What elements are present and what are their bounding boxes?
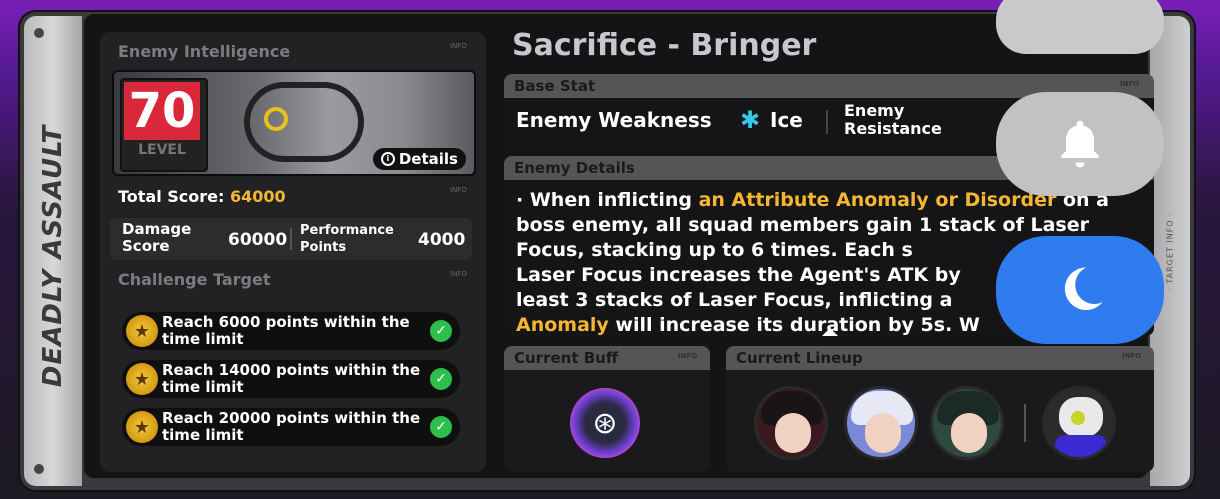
desc-text: will increase its duration by 5s. W xyxy=(608,314,980,336)
boss-name: Sacrifice - Bringer xyxy=(512,28,817,63)
coin-icon: ★ xyxy=(126,315,158,347)
desc-text: Laser Focus increases the Agent's ATK by xyxy=(516,264,961,286)
enemy-intelligence-title: Enemy Intelligence xyxy=(118,42,291,61)
enemy-weakness-label: Enemy Weakness xyxy=(516,108,712,132)
info-tag: INFO xyxy=(1122,352,1142,360)
divider xyxy=(290,228,292,250)
base-stat-title: Base Stat xyxy=(514,77,596,95)
overlay-bell-button[interactable] xyxy=(996,92,1164,196)
current-buff-panel: Current Buff INFO ⊛ xyxy=(504,346,710,472)
score-breakdown: Damage Score 60000 Performance Points 40… xyxy=(110,218,472,260)
scroll-indicator-icon[interactable] xyxy=(822,328,838,336)
current-lineup-title: Current Lineup xyxy=(736,349,863,367)
info-tag: INFO xyxy=(1120,80,1140,88)
bangboo-avatar[interactable] xyxy=(1042,386,1116,460)
details-icon: i xyxy=(380,152,395,166)
avatar-face xyxy=(865,413,901,453)
bolt-decor xyxy=(34,464,44,474)
level-badge: 70 LEVEL xyxy=(120,78,208,172)
total-score-label: Total Score: xyxy=(118,187,225,206)
ice-icon: ✱ xyxy=(740,106,761,134)
current-buff-header: Current Buff INFO xyxy=(504,346,710,370)
desc-highlight: Anomaly xyxy=(516,314,609,336)
target-info-label: · TARGET INFO · xyxy=(1165,211,1175,291)
level-number: 70 xyxy=(124,82,200,140)
check-icon: ✓ xyxy=(430,320,452,342)
right-strip: · TARGET INFO · xyxy=(1150,16,1190,486)
coin-icon: ★ xyxy=(126,363,158,395)
challenge-target-title: Challenge Target xyxy=(118,270,271,289)
performance-points-value: 4000 xyxy=(418,230,466,250)
enemy-portrait: 70 LEVEL i Details xyxy=(112,70,476,176)
challenge-target-text: Reach 6000 points within the time limit xyxy=(162,313,410,348)
details-label: Details xyxy=(398,150,458,168)
check-icon: ✓ xyxy=(430,416,452,438)
moon-icon xyxy=(1064,267,1103,310)
level-label: LEVEL xyxy=(138,142,186,158)
bangboo-scarf xyxy=(1055,435,1107,457)
overlay-moon-button[interactable] xyxy=(996,236,1164,344)
enemy-resistance-label: Enemy Resistance xyxy=(844,101,942,138)
enemy-details-title: Enemy Details xyxy=(514,159,635,177)
mode-title: DEADLY ASSAULT xyxy=(38,124,68,388)
coin-icon: ★ xyxy=(126,411,158,443)
bangboo-eye xyxy=(1071,411,1085,425)
current-lineup-header: Current Lineup INFO xyxy=(726,346,1154,370)
check-icon: ✓ xyxy=(430,368,452,390)
divider xyxy=(826,110,828,134)
challenge-target-text: Reach 20000 points within the time limit xyxy=(162,409,421,444)
side-strip: DEADLY ASSAULT xyxy=(24,16,82,486)
enemy-art xyxy=(244,82,364,162)
challenge-target-text: Reach 14000 points within the time limit xyxy=(162,361,421,396)
performance-points-label: Performance Points xyxy=(300,223,394,255)
current-lineup-panel: Current Lineup INFO xyxy=(726,346,1154,472)
challenge-target-item: ★ Reach 6000 points within the time limi… xyxy=(122,312,460,350)
total-score-value: 64000 xyxy=(230,187,286,206)
agent-avatar[interactable] xyxy=(754,386,828,460)
avatar-face xyxy=(951,413,987,453)
info-tag: INFO xyxy=(450,270,467,278)
bolt-decor xyxy=(34,28,44,38)
desc-text: · When inflicting xyxy=(516,189,699,211)
bell-icon xyxy=(1061,120,1099,168)
damage-score-label: Damage Score xyxy=(122,220,192,255)
vertical-title: DEADLY ASSAULT xyxy=(28,106,78,406)
info-tag: INFO xyxy=(450,186,467,194)
total-score: Total Score: 64000 xyxy=(118,187,286,206)
current-buff-title: Current Buff xyxy=(514,349,618,367)
details-button[interactable]: i Details xyxy=(372,148,466,170)
avatar-face xyxy=(775,413,811,453)
challenge-target-item: ★ Reach 20000 points within the time lim… xyxy=(122,408,460,446)
desc-text: least 3 stacks of Laser Focus, inflictin… xyxy=(516,289,953,311)
agent-avatar[interactable] xyxy=(844,386,918,460)
info-tag: INFO xyxy=(450,42,467,50)
divider xyxy=(1024,404,1026,442)
buff-icon[interactable]: ⊛ xyxy=(570,388,640,458)
info-tag: INFO xyxy=(678,352,698,360)
enemy-weakness-value: Ice xyxy=(770,108,803,132)
damage-score-value: 60000 xyxy=(228,230,288,250)
overlay-button-top[interactable] xyxy=(996,0,1164,54)
agent-avatar[interactable] xyxy=(930,386,1004,460)
desc-highlight: an Attribute Anomaly or Disorder xyxy=(698,189,1057,211)
enemy-art-eye xyxy=(264,107,288,131)
challenge-target-item: ★ Reach 14000 points within the time lim… xyxy=(122,360,460,398)
